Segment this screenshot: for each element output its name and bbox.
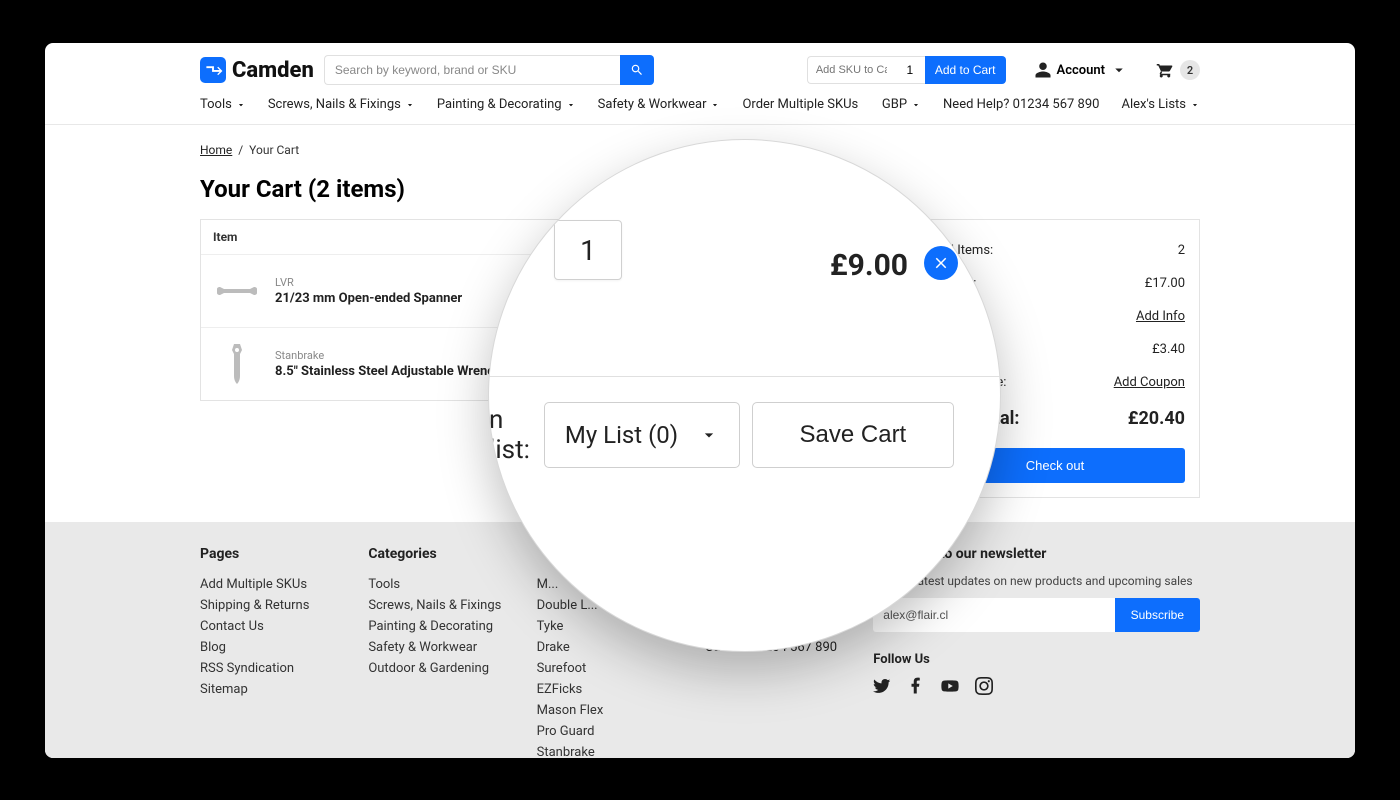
nav-tools[interactable]: Tools [200,97,246,112]
search-icon [630,63,644,77]
cart-icon [1156,61,1174,79]
sku-qty[interactable] [895,56,925,84]
footer-pages-title: Pages [200,546,368,562]
social-links [873,677,1200,695]
list-select-value: My List (0) [565,421,678,449]
chevron-down-icon [566,100,576,110]
footer-link[interactable]: Sitemap [200,679,368,700]
user-lists[interactable]: Alex's Lists [1121,97,1200,112]
footer-link[interactable]: Surefoot [537,658,705,679]
chevron-down-icon [1190,100,1200,110]
coupon-add[interactable]: Add Coupon [1114,375,1185,390]
nav-safety[interactable]: Safety & Workwear [598,97,721,112]
quick-add: Add to Cart [807,56,1006,84]
grand-value: £20.40 [1128,408,1185,429]
add-to-cart-button[interactable]: Add to Cart [925,56,1006,84]
instagram-icon[interactable] [975,677,993,695]
tax-value: £3.40 [1152,342,1185,357]
cart-count: 2 [1180,60,1200,80]
product-thumb [213,340,261,388]
chevron-down-icon [699,425,719,445]
list-select[interactable]: My List (0) [544,402,740,468]
shipping-add-info[interactable]: Add Info [1136,309,1185,324]
footer-link[interactable]: EZFicks [537,679,705,700]
item-name[interactable]: 8.5" Stainless Steel Adjustable Wrench [275,364,501,379]
main-nav: Tools Screws, Nails & Fixings Painting &… [45,97,1355,125]
subscribe-button[interactable]: Subscribe [1115,598,1200,632]
nav-screws[interactable]: Screws, Nails & Fixings [268,97,415,112]
spanner-icon [215,283,259,299]
product-thumb [213,267,261,315]
chevron-down-icon [405,100,415,110]
close-icon [932,254,950,272]
total-items-value: 2 [1178,243,1185,258]
footer-link[interactable]: RSS Syndication [200,658,368,679]
footer-link[interactable]: Shipping & Returns [200,595,368,616]
twitter-icon[interactable] [873,677,891,695]
footer-link[interactable]: Contact Us [200,616,368,637]
logo[interactable]: Camden [200,57,314,83]
subtotal-value: £17.00 [1145,276,1185,291]
save-list-label: n list: [489,405,530,465]
search-button[interactable] [620,55,654,85]
nav-order-multiple[interactable]: Order Multiple SKUs [742,97,858,112]
help-phone[interactable]: Need Help? 01234 567 890 [943,97,1099,112]
magnifier-lens: 1 £9.00 n list: My List (0) Save Cart [488,139,1001,652]
footer-link[interactable]: Add Multiple SKUs [200,574,368,595]
header: Camden Add to Cart Account 2 [45,43,1355,97]
facebook-icon[interactable] [907,677,925,695]
chevron-down-icon [710,100,720,110]
item-brand: Stanbrake [275,349,501,362]
search-input[interactable] [324,55,620,85]
breadcrumb-home[interactable]: Home [200,143,232,157]
nav-painting[interactable]: Painting & Decorating [437,97,576,112]
user-icon [1034,61,1052,79]
account-label: Account [1057,63,1105,78]
save-cart-button[interactable]: Save Cart [752,402,954,468]
sku-input[interactable] [807,56,895,84]
search [324,55,654,85]
currency-selector[interactable]: GBP [882,97,921,112]
chevron-down-icon [1110,61,1128,79]
breadcrumb-current: Your Cart [249,143,299,157]
account-menu[interactable]: Account [1034,61,1128,79]
follow-title: Follow Us [873,652,1200,667]
footer-link[interactable]: Mason Flex [537,700,705,721]
brand-name: Camden [232,58,314,83]
cart-link[interactable]: 2 [1156,60,1200,80]
chevron-down-icon [236,100,246,110]
quantity-input[interactable]: 1 [554,220,622,280]
footer-link[interactable]: Blog [200,637,368,658]
item-name[interactable]: 21/23 mm Open-ended Spanner [275,291,462,306]
item-brand: LVR [275,276,462,289]
logo-icon [200,57,226,83]
chevron-down-icon [911,100,921,110]
footer-link[interactable]: Pro Guard [537,721,705,742]
item-price: £9.00 [830,248,908,283]
remove-item-button[interactable] [924,246,958,280]
footer-link[interactable]: Outdoor & Gardening [368,658,536,679]
footer-pages: Pages Add Multiple SKUs Shipping & Retur… [200,546,368,758]
footer-link[interactable]: Stanbrake [537,742,705,758]
youtube-icon[interactable] [941,677,959,695]
wrench-icon [226,342,248,386]
